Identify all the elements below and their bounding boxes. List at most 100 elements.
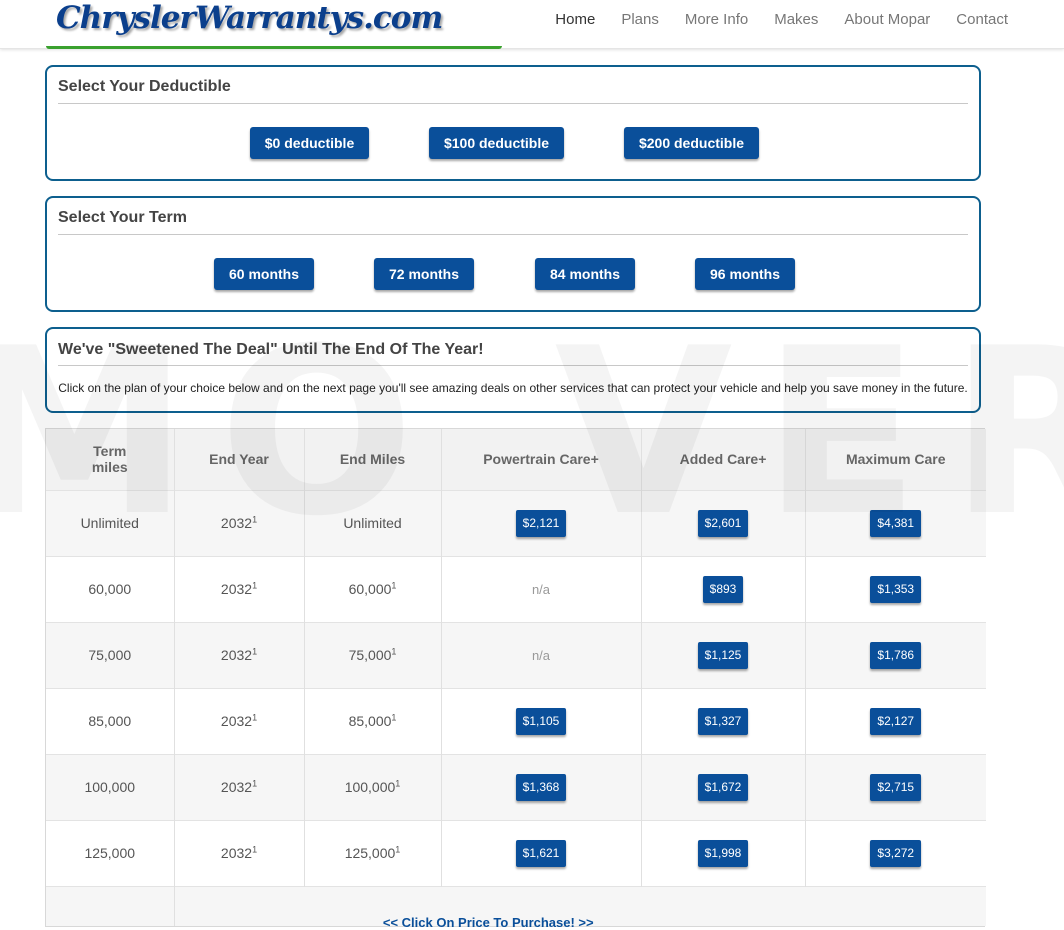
price-button[interactable]: $1,998 <box>697 839 749 867</box>
deal-description: Click on the plan of your choice below a… <box>58 381 968 395</box>
cell-end-miles: 100,0001 <box>304 754 442 820</box>
cell-term: 125,000 <box>46 820 175 886</box>
cell-end-year: 20321 <box>174 754 305 820</box>
cell-end-year: 20321 <box>174 688 305 754</box>
price-button[interactable]: $1,353 <box>870 575 922 603</box>
term-72-button[interactable]: 72 months <box>374 258 474 290</box>
price-button[interactable]: $1,672 <box>697 773 749 801</box>
cell-powertrain: $1,368 <box>441 754 642 820</box>
cell-maximum: $2,127 <box>805 688 986 754</box>
deductible-0-button[interactable]: $0 deductible <box>250 127 369 159</box>
price-button[interactable]: $3,272 <box>870 839 922 867</box>
term-panel: Select Your Term 60 months 72 months 84 … <box>45 196 981 312</box>
cell-end-miles: 85,0001 <box>304 688 442 754</box>
deductible-panel: Select Your Deductible $0 deductible $10… <box>45 65 981 181</box>
price-button[interactable]: $2,121 <box>515 509 567 537</box>
price-button[interactable]: $1,105 <box>515 707 567 735</box>
nav-contact[interactable]: Contact <box>956 11 1008 28</box>
deal-title: We've "Sweetened The Deal" Until The End… <box>58 341 484 358</box>
col-term-line1: Term <box>93 443 127 460</box>
price-button[interactable]: $4,381 <box>870 509 922 537</box>
nav-makes[interactable]: Makes <box>774 11 818 28</box>
cell-end-year: 20321 <box>174 556 305 622</box>
not-available-text: n/a <box>531 648 551 663</box>
cell-end-miles: 125,0001 <box>304 820 442 886</box>
cell-maximum: $2,715 <box>805 754 986 820</box>
term-60-button[interactable]: 60 months <box>214 258 314 290</box>
term-title: Select Your Term <box>58 209 187 226</box>
price-button[interactable]: $1,786 <box>870 641 922 669</box>
price-button[interactable]: $893 <box>702 575 744 603</box>
progress-accent-bar <box>46 46 502 49</box>
cell-added: $1,998 <box>641 820 806 886</box>
cell-powertrain: n/a <box>441 556 642 622</box>
cell-term: 75,000 <box>46 622 175 688</box>
cell-added: $1,125 <box>641 622 806 688</box>
deductible-100-button[interactable]: $100 deductible <box>429 127 564 159</box>
divider <box>58 365 968 366</box>
cell-end-miles: 60,0001 <box>304 556 442 622</box>
price-button[interactable]: $2,601 <box>697 509 749 537</box>
price-button[interactable]: $2,715 <box>870 773 922 801</box>
cell-added: $2,601 <box>641 490 806 556</box>
term-84-button[interactable]: 84 months <box>535 258 635 290</box>
table-row: 75,000 20321 75,0001 n/a $1,125 $1,786 <box>46 622 986 688</box>
price-button[interactable]: $1,327 <box>697 707 749 735</box>
main-nav: Home Plans More Info Makes About Mopar C… <box>529 11 1008 28</box>
nav-home[interactable]: Home <box>555 11 595 28</box>
cell-end-year: 20321 <box>174 490 305 556</box>
col-added: Added Care+ <box>641 429 806 490</box>
price-button[interactable]: $2,127 <box>870 707 922 735</box>
price-button[interactable]: $1,125 <box>697 641 749 669</box>
table-footer-row: << Click On Price To Purchase! >> <box>46 886 986 930</box>
purchase-instruction-link[interactable]: << Click On Price To Purchase! >> <box>383 915 594 930</box>
table-row: 60,000 20321 60,0001 n/a $893 $1,353 <box>46 556 986 622</box>
cell-term: 60,000 <box>46 556 175 622</box>
col-end-year: End Year <box>174 429 305 490</box>
cell-powertrain: $2,121 <box>441 490 642 556</box>
cell-powertrain: n/a <box>441 622 642 688</box>
site-header: ChryslerWarrantys.com Home Plans More In… <box>0 0 1064 49</box>
price-button[interactable]: $1,368 <box>515 773 567 801</box>
col-powertrain: Powertrain Care+ <box>441 429 642 490</box>
nav-more-info[interactable]: More Info <box>685 11 748 28</box>
price-button[interactable]: $1,621 <box>515 839 567 867</box>
table-row: 85,000 20321 85,0001 $1,105 $1,327 $2,12… <box>46 688 986 754</box>
cell-added: $1,327 <box>641 688 806 754</box>
col-maximum: Maximum Care <box>845 451 946 468</box>
table-row: 125,000 20321 125,0001 $1,621 $1,998 $3,… <box>46 820 986 886</box>
cell-end-miles: 75,0001 <box>304 622 442 688</box>
term-96-button[interactable]: 96 months <box>695 258 795 290</box>
not-available-text: n/a <box>531 582 551 597</box>
cell-maximum: $4,381 <box>805 490 986 556</box>
cell-added: $893 <box>641 556 806 622</box>
cell-term: 85,000 <box>46 688 175 754</box>
deal-panel: We've "Sweetened The Deal" Until The End… <box>45 327 981 413</box>
cell-end-miles: Unlimited <box>304 490 442 556</box>
nav-about-mopar[interactable]: About Mopar <box>844 11 930 28</box>
cell-term: Unlimited <box>46 490 175 556</box>
table-row: Unlimited 20321 Unlimited $2,121 $2,601 … <box>46 490 986 556</box>
col-term-miles: Term miles <box>46 429 175 490</box>
divider <box>58 234 968 235</box>
cell-term: 100,000 <box>46 754 175 820</box>
deductible-title: Select Your Deductible <box>58 78 231 95</box>
col-end-miles: End Miles <box>304 429 442 490</box>
cell-maximum: $1,353 <box>805 556 986 622</box>
table-header-row: Term miles End Year End Miles Powertrain… <box>46 429 986 490</box>
cell-powertrain: $1,621 <box>441 820 642 886</box>
cell-maximum: $1,786 <box>805 622 986 688</box>
col-term-line2: miles <box>91 459 128 476</box>
footer-empty-cell <box>46 886 175 926</box>
table-row: 100,000 20321 100,0001 $1,368 $1,672 $2,… <box>46 754 986 820</box>
cell-end-year: 20321 <box>174 622 305 688</box>
site-logo[interactable]: ChryslerWarrantys.com <box>56 0 443 36</box>
cell-maximum: $3,272 <box>805 820 986 886</box>
cell-added: $1,672 <box>641 754 806 820</box>
pricing-table: Term miles End Year End Miles Powertrain… <box>45 428 986 930</box>
footer-link-cell: << Click On Price To Purchase! >> <box>174 886 986 930</box>
divider <box>58 103 968 104</box>
nav-plans[interactable]: Plans <box>621 11 659 28</box>
cell-end-year: 20321 <box>174 820 305 886</box>
deductible-200-button[interactable]: $200 deductible <box>624 127 759 159</box>
